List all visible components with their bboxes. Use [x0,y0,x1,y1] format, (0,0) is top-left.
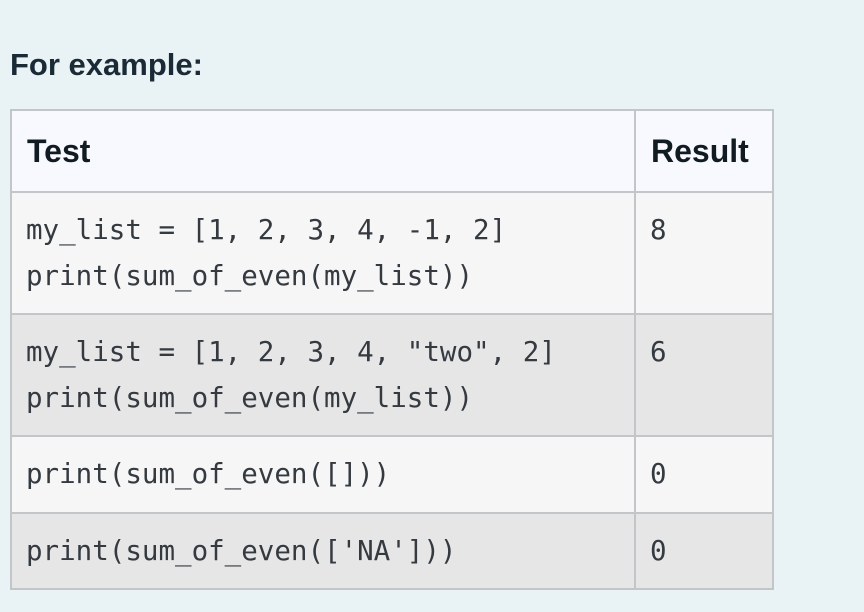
test-code-cell: my_list = [1, 2, 3, 4, "two", 2] print(su… [10,313,636,437]
code-line: print(sum_of_even([])) [26,458,391,490]
code-line: my_list = [1, 2, 3, 4, -1, 2] [26,214,507,246]
test-column-header: Test [10,109,636,193]
code-line: my_list = [1, 2, 3, 4, "two", 2] [26,336,556,368]
result-cell: 0 [634,435,774,514]
result-cell: 6 [634,313,774,437]
result-cell: 0 [634,512,774,590]
result-column-header: Result [634,109,774,193]
test-code-cell: print(sum_of_even([])) [10,435,636,514]
code-line: print(sum_of_even(my_list)) [26,382,474,414]
code-line: print(sum_of_even(['NA'])) [26,535,457,567]
result-cell: 8 [634,191,774,315]
examples-heading: For example: [10,47,203,82]
table-row: print(sum_of_even(['NA'])) 0 [10,512,774,590]
examples-table: Test Result my_list = [1, 2, 3, 4, -1, 2… [10,109,774,590]
table-row: print(sum_of_even([])) 0 [10,435,774,514]
table-header-row: Test Result [10,109,774,193]
test-code-cell: my_list = [1, 2, 3, 4, -1, 2] print(sum_o… [10,191,636,315]
code-line: print(sum_of_even(my_list)) [26,260,474,292]
test-code-cell: print(sum_of_even(['NA'])) [10,512,636,590]
table-row: my_list = [1, 2, 3, 4, "two", 2] print(su… [10,313,774,437]
table-row: my_list = [1, 2, 3, 4, -1, 2] print(sum_o… [10,191,774,315]
